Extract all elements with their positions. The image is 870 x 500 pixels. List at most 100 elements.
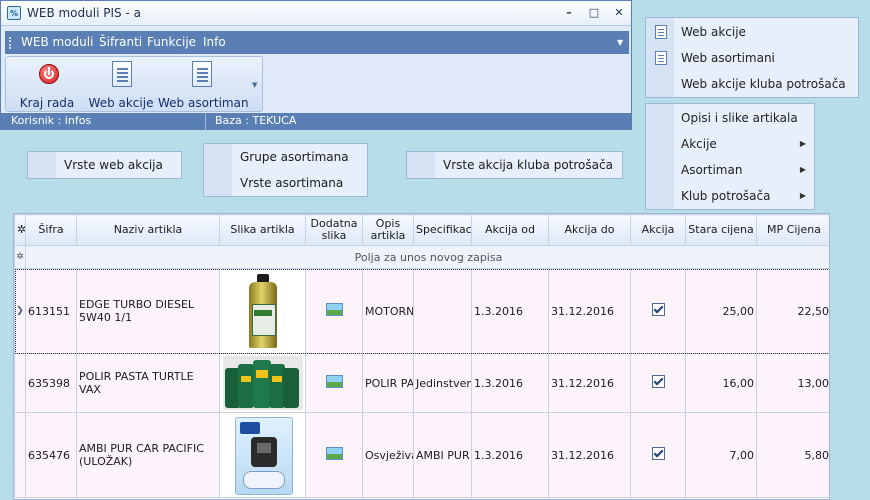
menu-item-label: Klub potrošača: [681, 189, 771, 203]
cell-opis[interactable]: MOTORN: [362, 268, 414, 354]
kraj-rada-button[interactable]: Kraj rada: [10, 57, 84, 113]
cell-specifikacija[interactable]: Jedinstven: [413, 353, 472, 413]
cell-akcija[interactable]: [630, 412, 686, 498]
cell-naziv[interactable]: POLIR PASTA TURTLE VAX: [76, 353, 220, 413]
cell-stara-cijena[interactable]: 25,00: [685, 268, 757, 354]
cell-akcija-od[interactable]: 1.3.2016: [471, 268, 549, 354]
cell-specifikacija[interactable]: [413, 268, 472, 354]
cell-akcija-do[interactable]: 31.12.2016: [548, 268, 631, 354]
row-indicator: [14, 412, 26, 498]
vrste-akcija-kluba-button[interactable]: Vrste akcija kluba potrošača: [443, 158, 613, 172]
grupe-asortimana-button[interactable]: Grupe asortimana: [240, 150, 349, 164]
table-row[interactable]: 635476 AMBI PUR CAR PACIFIC (ULOŽAK) Osv…: [14, 412, 829, 498]
web-akcije-button[interactable]: Web akcije: [84, 57, 158, 113]
panel-gutter: [407, 152, 435, 178]
cell-mp-cijena[interactable]: 22,50: [756, 268, 829, 354]
col-header[interactable]: Šifra: [25, 214, 77, 246]
col-header[interactable]: Dodatna slika: [305, 214, 363, 246]
cell-akcija[interactable]: [630, 353, 686, 413]
cell-naziv[interactable]: AMBI PUR CAR PACIFIC (ULOŽAK): [76, 412, 220, 498]
cell-dodatna-slika[interactable]: [305, 353, 363, 413]
menu-funkcije[interactable]: Funkcije: [147, 31, 196, 54]
panel-item-web-asortimani[interactable]: Web asortimani: [646, 45, 858, 71]
minimize-button[interactable]: –: [559, 5, 579, 21]
cell-naziv[interactable]: EDGE TURBO DIESEL 5W40 1/1: [76, 268, 220, 354]
cell-akcija-od[interactable]: 1.3.2016: [471, 353, 549, 413]
cell-stara-cijena[interactable]: 16,00: [685, 353, 757, 413]
current-row-arrow-icon: ❯: [14, 268, 26, 354]
cell-mp-cijena[interactable]: 13,00: [756, 353, 829, 413]
col-header[interactable]: Opis artikla: [362, 214, 414, 246]
col-header[interactable]: Stara cijena: [685, 214, 757, 246]
cell-akcija-od[interactable]: 1.3.2016: [471, 412, 549, 498]
cell-sifra[interactable]: 613151: [25, 268, 77, 354]
akcija-checkbox[interactable]: [651, 303, 665, 316]
panel-item-web-akcije[interactable]: Web akcije: [646, 19, 858, 45]
menu-sifranti[interactable]: Šifranti: [99, 31, 142, 54]
table-row[interactable]: 635398 POLIR PASTA TURTLE VAX POLIR PA J…: [14, 353, 829, 413]
new-row-hint[interactable]: Polja za unos novog zapisa: [25, 245, 829, 269]
menu-item-opisi-slike[interactable]: Opisi i slike artikala: [646, 105, 814, 131]
table-row[interactable]: ❯ 613151 EDGE TURBO DIESEL 5W40 1/1 MOTO…: [14, 268, 829, 354]
cell-slika[interactable]: [219, 353, 306, 413]
col-header[interactable]: Naziv artikla: [76, 214, 220, 246]
vrste-web-akcija-button[interactable]: Vrste web akcija: [64, 158, 163, 172]
submenu-arrow-icon: ▶: [799, 165, 806, 174]
title-bar[interactable]: % WEB moduli PIS - a – □ ✕: [1, 1, 631, 26]
articles-table: ✲ Šifra Naziv artikla Slika artikla Doda…: [14, 214, 829, 498]
new-record-row[interactable]: ✲ Polja za unos novog zapisa: [14, 245, 829, 269]
panel-gutter: [28, 152, 56, 178]
vrste-web-akcija-panel: Vrste web akcija: [27, 151, 182, 179]
status-bar: Korisnik : infos Baza : TEKUCA: [1, 113, 631, 130]
picture-icon: [325, 303, 343, 316]
cell-specifikacija[interactable]: AMBI PUR: [413, 412, 472, 498]
document-icon: [655, 25, 667, 39]
new-row-icon: ✲: [14, 245, 26, 269]
picture-icon: [325, 375, 343, 388]
panel-item-web-akcije-kluba[interactable]: Web akcije kluba potrošača: [646, 71, 858, 97]
header-corner-icon[interactable]: ✲: [14, 214, 26, 246]
col-header[interactable]: MP Cijena: [756, 214, 829, 246]
cell-slika[interactable]: [219, 412, 306, 498]
panel-item-label: Web akcije: [681, 25, 746, 39]
close-button[interactable]: ✕: [609, 5, 629, 21]
cell-dodatna-slika[interactable]: [305, 268, 363, 354]
vrste-asortimana-button[interactable]: Vrste asortimana: [240, 176, 343, 190]
cell-akcija[interactable]: [630, 268, 686, 354]
menu-item-klub-potrosaca[interactable]: Klub potrošača ▶: [646, 183, 814, 209]
menu-web-moduli[interactable]: WEB moduli: [21, 31, 93, 54]
status-user: Korisnik : infos: [11, 114, 92, 127]
cell-akcija-do[interactable]: 31.12.2016: [548, 412, 631, 498]
col-header[interactable]: Akcija: [630, 214, 686, 246]
cell-opis[interactable]: Osvježiva: [362, 412, 414, 498]
cell-akcija-do[interactable]: 31.12.2016: [548, 353, 631, 413]
menu-item-asortiman[interactable]: Asortiman ▶: [646, 157, 814, 183]
row-indicator: [14, 353, 26, 413]
col-header[interactable]: Akcija od: [471, 214, 549, 246]
ribbon-overflow-icon[interactable]: ▼: [252, 81, 257, 89]
cell-mp-cijena[interactable]: 5,80: [756, 412, 829, 498]
col-header[interactable]: Akcija do: [548, 214, 631, 246]
col-header[interactable]: Specifikacija: [413, 214, 472, 246]
menu-overflow-icon[interactable]: ▼: [617, 31, 623, 54]
maximize-button[interactable]: □: [584, 5, 604, 21]
akcija-checkbox[interactable]: [651, 447, 665, 460]
cell-opis[interactable]: POLIR PA: [362, 353, 414, 413]
submenu-arrow-icon: ▶: [799, 191, 806, 200]
document-icon: [655, 51, 667, 65]
panel-gutter: [204, 144, 232, 196]
menu-item-akcije[interactable]: Akcije ▶: [646, 131, 814, 157]
akcija-checkbox[interactable]: [651, 375, 665, 388]
menu-info[interactable]: Info: [203, 31, 226, 54]
panel-item-label: Web asortimani: [681, 51, 775, 65]
header-row: ✲ Šifra Naziv artikla Slika artikla Doda…: [14, 214, 829, 246]
cell-sifra[interactable]: 635476: [25, 412, 77, 498]
web-asortiman-button[interactable]: Web asortiman: [158, 57, 249, 113]
cell-slika[interactable]: [219, 268, 306, 354]
cell-dodatna-slika[interactable]: [305, 412, 363, 498]
cell-sifra[interactable]: 635398: [25, 353, 77, 413]
picture-icon: [325, 447, 343, 460]
context-menu-panel: Opisi i slike artikala Akcije ▶ Asortima…: [645, 103, 815, 210]
cell-stara-cijena[interactable]: 7,00: [685, 412, 757, 498]
col-header[interactable]: Slika artikla: [219, 214, 306, 246]
